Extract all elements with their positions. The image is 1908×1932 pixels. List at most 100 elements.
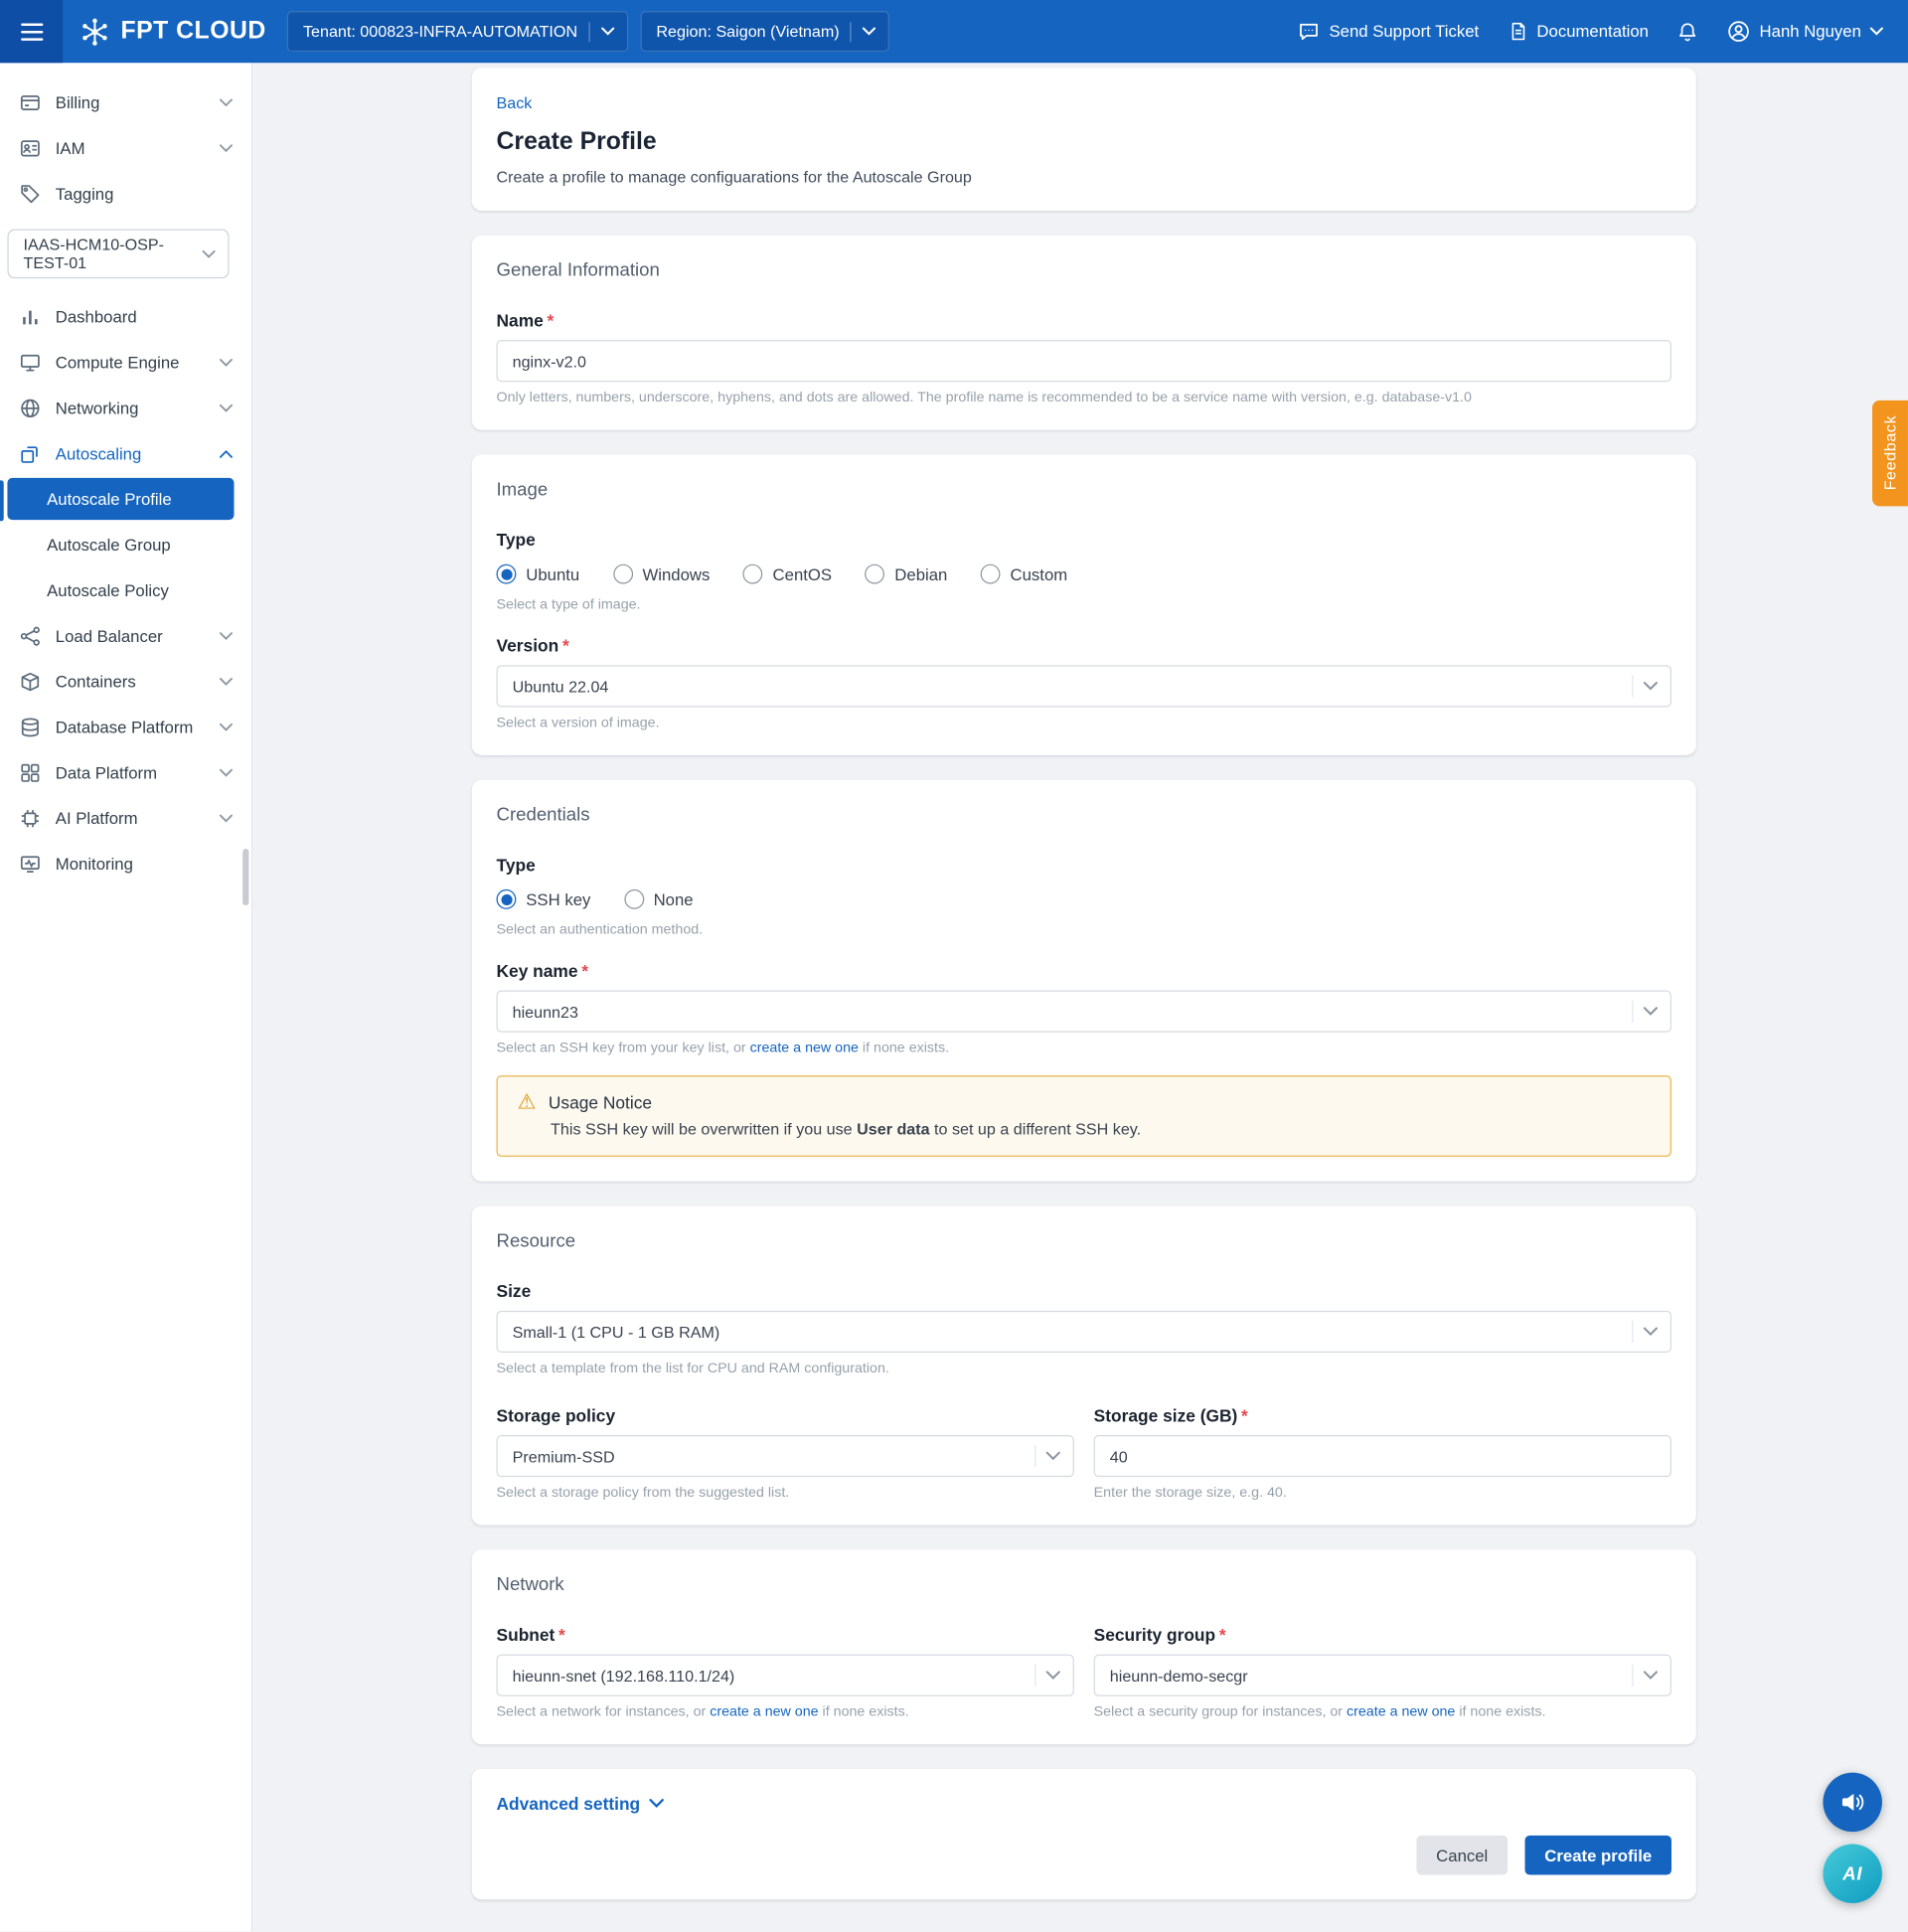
sidebar-item-iam[interactable]: IAM	[0, 125, 251, 171]
notifications-button[interactable]	[1677, 20, 1699, 42]
cancel-button[interactable]: Cancel	[1416, 1835, 1509, 1875]
network-section: Network Subnet * hieunn-snet (192.168.110…	[471, 1549, 1696, 1745]
database-icon	[20, 717, 41, 737]
credentials-radio-ssh-key[interactable]: SSH key	[496, 888, 590, 909]
radio-selected-icon	[496, 888, 517, 909]
chevron-down-icon	[1643, 1327, 1659, 1337]
sidebar-item-compute-engine[interactable]: Compute Engine	[0, 340, 251, 386]
security-group-field: Security group * hieunn-demo-secgr Select…	[1093, 1624, 1672, 1719]
sidebar-item-load-balancer[interactable]: Load Balancer	[0, 613, 251, 659]
sidebar-item-autoscaling[interactable]: Autoscaling	[0, 431, 251, 477]
user-menu[interactable]: Hanh Nguyen	[1727, 20, 1883, 44]
storage-size-input[interactable]	[1093, 1435, 1672, 1478]
storage-policy-field: Storage policy Premium-SSD Select a stor…	[496, 1405, 1074, 1501]
user-avatar-icon	[1728, 21, 1750, 42]
create-new-key-link[interactable]: create a new one	[750, 1041, 859, 1055]
chevron-down-icon	[600, 27, 615, 36]
sidebar-item-data-platform[interactable]: Data Platform	[0, 750, 251, 796]
sidebar-item-networking[interactable]: Networking	[0, 386, 251, 431]
general-information-section: General Information Name* Only letters, …	[471, 235, 1696, 430]
version-help-text: Select a version of image.	[496, 716, 660, 731]
sidebar-item-autoscale-profile[interactable]: Autoscale Profile	[7, 477, 235, 521]
image-type-radio-windows[interactable]: Windows	[612, 564, 710, 584]
subnet-label: Subnet *	[496, 1624, 565, 1645]
sidebar-item-billing[interactable]: Billing	[0, 80, 251, 126]
credentials-radio-none[interactable]: None	[623, 888, 694, 909]
sidebar-item-monitoring[interactable]: Monitoring	[0, 842, 251, 887]
sidebar-item-autoscale-policy[interactable]: Autoscale Policy	[0, 567, 251, 613]
chevron-down-icon	[219, 814, 234, 823]
sidebar-scrollbar[interactable]	[242, 849, 249, 906]
tag-icon	[20, 184, 41, 205]
tenant-select[interactable]: Tenant: 000823-INFRA-AUTOMATION	[286, 11, 628, 53]
create-new-subnet-link[interactable]: create a new one	[710, 1704, 818, 1719]
megaphone-icon	[1841, 1793, 1864, 1811]
document-icon	[1511, 22, 1524, 41]
subnet-select[interactable]: hieunn-snet (192.168.110.1/24)	[496, 1654, 1074, 1696]
region-label: Region: Saigon (Vietnam)	[656, 22, 840, 41]
image-section: Image Type Ubuntu Windows CentOS Debian …	[471, 454, 1696, 755]
logo-text: FPT CLOUD	[120, 17, 266, 45]
create-new-security-group-link[interactable]: create a new one	[1347, 1704, 1455, 1719]
security-group-label: Security group *	[1093, 1624, 1226, 1645]
page-header-card: Back Create Profile Create a profile to …	[471, 68, 1696, 211]
sidebar-item-ai-platform[interactable]: AI Platform	[0, 796, 251, 842]
support-ticket-link[interactable]: Send Support Ticket	[1297, 20, 1479, 44]
fpt-logo-icon	[82, 18, 107, 46]
create-profile-button[interactable]: Create profile	[1524, 1835, 1672, 1875]
ai-assistant-button[interactable]: AI	[1823, 1844, 1882, 1904]
chevron-down-icon	[1643, 1007, 1659, 1016]
image-type-help-text: Select a type of image.	[496, 597, 641, 613]
hamburger-icon	[20, 22, 43, 26]
load-balancer-icon	[20, 626, 41, 647]
container-box-icon	[20, 672, 41, 693]
radio-icon	[742, 564, 763, 584]
advanced-setting-toggle[interactable]: Advanced setting	[497, 1794, 664, 1814]
tenant-label: Tenant: 000823-INFRA-AUTOMATION	[302, 22, 578, 41]
credentials-section: Credentials Type SSH key None Select an …	[471, 779, 1696, 1182]
image-type-radio-custom[interactable]: Custom	[980, 564, 1067, 584]
security-group-select[interactable]: hieunn-demo-secgr	[1093, 1654, 1672, 1696]
page-title: Create Profile	[496, 127, 657, 156]
section-title: Image	[496, 479, 549, 501]
name-help-text: Only letters, numbers, underscore, hyphe…	[496, 390, 1472, 405]
sidebar-item-autoscale-group[interactable]: Autoscale Group	[0, 523, 251, 568]
sidebar: Billing IAM Tagging IAAS-HCM10-OSP-TEST-…	[0, 63, 253, 1932]
version-select[interactable]: Ubuntu 22.04	[496, 665, 1672, 708]
sidebar-item-containers[interactable]: Containers	[0, 659, 251, 705]
name-input[interactable]	[496, 340, 1672, 383]
version-label: Version *	[496, 635, 569, 656]
announcement-button[interactable]	[1823, 1772, 1882, 1833]
feedback-tab[interactable]: Feedback	[1872, 400, 1908, 507]
storage-size-field: Storage size (GB)* Enter the storage siz…	[1093, 1405, 1672, 1501]
chevron-down-icon	[219, 359, 234, 368]
key-name-select[interactable]: hieunn23	[496, 990, 1672, 1033]
notice-title: Usage Notice	[548, 1091, 653, 1112]
image-type-radio-centos[interactable]: CentOS	[742, 564, 832, 584]
chevron-down-icon	[1643, 1671, 1659, 1680]
chevron-up-icon	[219, 449, 234, 458]
bell-icon	[1679, 22, 1696, 41]
image-type-radio-debian[interactable]: Debian	[865, 564, 947, 584]
image-type-radio-ubuntu[interactable]: Ubuntu	[496, 564, 579, 584]
credentials-type-help-text: Select an authentication method.	[496, 922, 704, 938]
size-select[interactable]: Small-1 (1 CPU - 1 GB RAM)	[496, 1310, 1672, 1353]
chevron-down-icon	[202, 249, 216, 258]
sidebar-item-database-platform[interactable]: Database Platform	[0, 705, 251, 750]
radio-icon	[865, 564, 885, 584]
sidebar-item-dashboard[interactable]: Dashboard	[0, 294, 251, 340]
menu-toggle-button[interactable]	[0, 0, 64, 64]
documentation-link[interactable]: Documentation	[1508, 21, 1649, 42]
sidebar-item-tagging[interactable]: Tagging	[0, 171, 251, 217]
section-title: Network	[496, 1574, 564, 1596]
storage-policy-select[interactable]: Premium-SSD	[496, 1435, 1074, 1478]
region-select[interactable]: Region: Saigon (Vietnam)	[640, 11, 890, 53]
chevron-down-icon	[219, 403, 234, 413]
main-content: Back Create Profile Create a profile to …	[252, 63, 1908, 1932]
back-link[interactable]: Back	[497, 93, 533, 112]
chevron-down-icon	[219, 144, 234, 153]
active-item-indicator	[0, 480, 4, 522]
top-header: FPT CLOUD Tenant: 000823-INFRA-AUTOMATIO…	[0, 0, 1908, 64]
chevron-down-icon	[219, 98, 234, 107]
project-select[interactable]: IAAS-HCM10-OSP-TEST-01	[7, 229, 230, 279]
